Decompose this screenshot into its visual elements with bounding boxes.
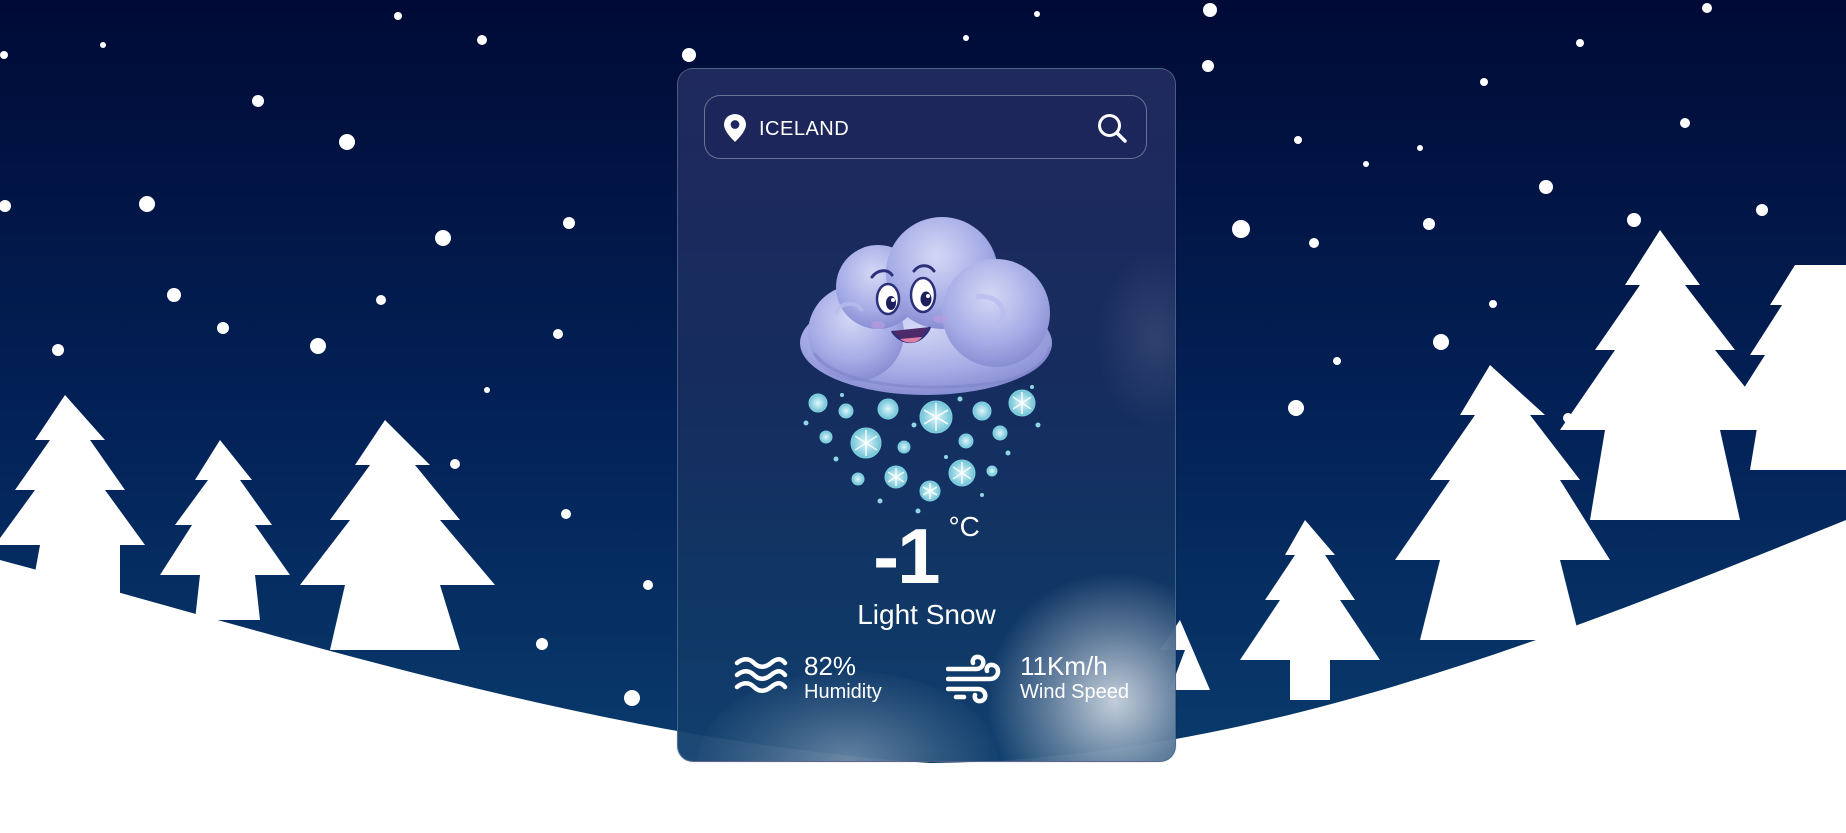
temperature-unit: °C [948,511,980,542]
humidity-value: 82% [804,651,857,681]
temperature-value: -1 [873,512,940,600]
weather-card: -1 °C Light Snow 82% Humidity 11Km/h Wind… [677,68,1176,762]
card-glow [1095,249,1175,429]
weather-condition: Light Snow [857,599,996,630]
wind-speed-value: 11Km/h [1020,651,1108,681]
humidity-waves-icon [734,657,788,693]
wind-speed-label: Wind Speed [1020,681,1129,703]
search-bar [704,95,1147,159]
humidity-label: Humidity [804,681,882,703]
wind-icon [946,654,1001,704]
location-pin-icon [724,114,746,142]
search-icon[interactable] [1096,112,1128,144]
location-input[interactable] [757,110,1091,148]
snow-cloud-icon [800,217,1052,514]
temperature-display: -1 °C [678,511,1175,600]
